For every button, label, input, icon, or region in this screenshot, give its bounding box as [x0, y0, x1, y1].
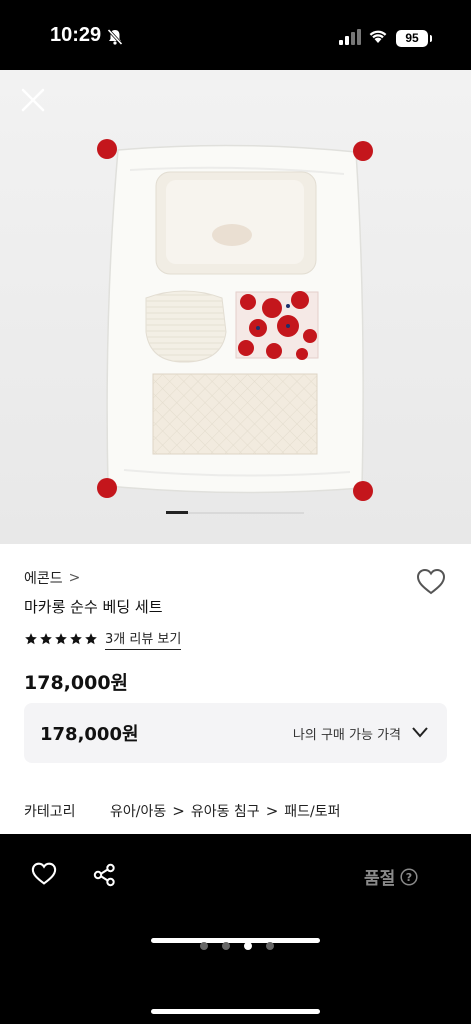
- help-icon[interactable]: ?: [400, 867, 418, 886]
- review-link[interactable]: 3개 리뷰 보기: [105, 628, 182, 650]
- my-price-value: 178,000원: [40, 724, 139, 745]
- star-icon: [85, 633, 97, 645]
- star-icon: [70, 633, 82, 645]
- share-icon[interactable]: [92, 863, 116, 887]
- my-price-label: 나의 구매 가능 가격: [292, 728, 401, 743]
- page-dot-active: [244, 942, 252, 950]
- heart-icon[interactable]: [31, 862, 57, 886]
- chevron-right-icon: >: [68, 570, 81, 586]
- star-icon: [25, 633, 37, 645]
- battery-indicator: 95: [396, 30, 432, 47]
- rating-row: 3개 리뷰 보기: [24, 628, 182, 650]
- product-title: 마카롱 순수 베딩 세트: [24, 598, 163, 616]
- battery-level: 95: [405, 31, 419, 45]
- status-bar: 10:29 95: [0, 0, 471, 70]
- close-icon[interactable]: [18, 85, 48, 115]
- system-bar: [0, 954, 471, 1024]
- chevron-right-icon: >: [172, 802, 185, 820]
- category-crumb-3[interactable]: 패드/토퍼: [284, 801, 340, 821]
- carousel-progress: [166, 511, 304, 514]
- page-dot: [222, 942, 230, 950]
- category-label: 카테고리: [24, 804, 76, 820]
- star-icon: [40, 633, 52, 645]
- brand-link[interactable]: 에콘드 >: [24, 568, 80, 588]
- chevron-right-icon: >: [265, 802, 279, 820]
- bottom-action-bar: 품절 ?: [0, 834, 471, 954]
- category-crumb-2[interactable]: 유아동 침구: [191, 801, 260, 821]
- home-indicator: [151, 1009, 320, 1014]
- cellular-signal-icon: [339, 29, 361, 45]
- star-icon: [55, 633, 67, 645]
- category-breadcrumb: 카테고리 유아/아동 > 유아동 침구 > 패드/토퍼: [24, 801, 341, 821]
- product-photo: [97, 139, 373, 501]
- page-dots: [200, 942, 274, 950]
- soldout-label: 품절: [364, 869, 396, 889]
- product-image-carousel[interactable]: [0, 70, 471, 544]
- page-dot: [200, 942, 208, 950]
- soldout-status: 품절 ?: [364, 864, 418, 889]
- my-price-dropdown[interactable]: 178,000원 나의 구매 가능 가격: [24, 703, 447, 763]
- carousel-progress-thumb: [166, 511, 188, 514]
- status-time: 10:29: [50, 24, 102, 46]
- wishlist-heart-icon[interactable]: [416, 568, 446, 596]
- brand-name: 에콘드: [24, 571, 63, 587]
- product-info: 에콘드 > 마카롱 순수 베딩 세트 3개 리뷰 보기 178,000원 178…: [0, 544, 471, 834]
- bell-off-icon: [107, 28, 123, 46]
- svg-text:?: ?: [406, 871, 412, 884]
- page-dot: [266, 942, 274, 950]
- chevron-down-icon: [412, 727, 428, 738]
- product-price: 178,000원: [24, 672, 129, 694]
- wifi-icon: [369, 30, 387, 43]
- rating-stars: [24, 632, 98, 646]
- category-crumb-1[interactable]: 유아/아동: [110, 801, 166, 821]
